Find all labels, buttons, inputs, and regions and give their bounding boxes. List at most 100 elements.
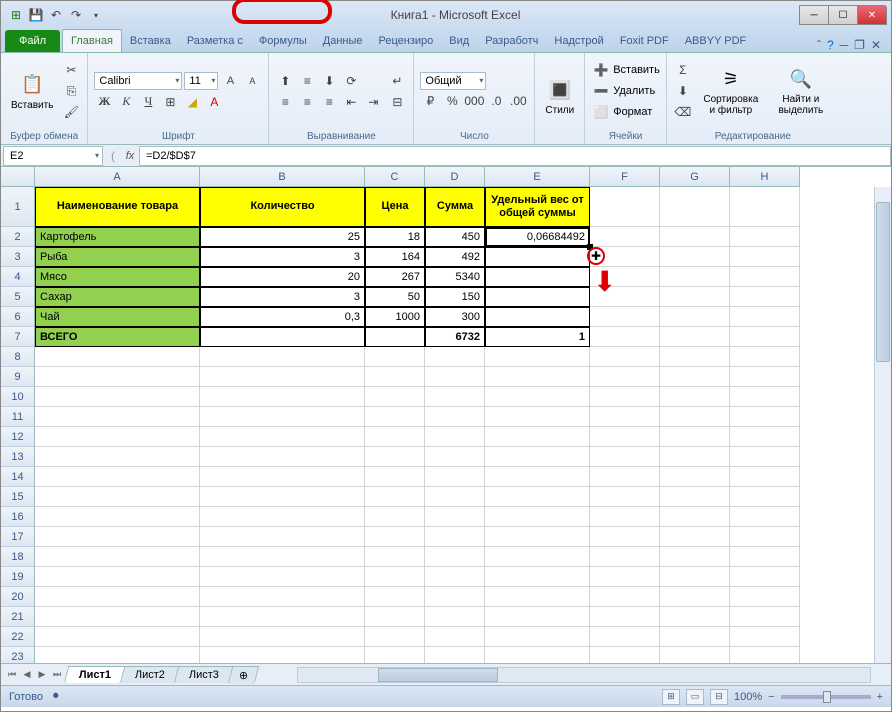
cell[interactable] [590,547,660,567]
decrease-decimal-icon[interactable]: .00 [508,91,528,111]
cell[interactable] [485,507,590,527]
cell[interactable] [590,607,660,627]
column-header-B[interactable]: B [200,167,365,187]
column-header-F[interactable]: F [590,167,660,187]
cell[interactable] [485,547,590,567]
copy-icon[interactable]: ⎘ [61,81,81,101]
font-size-combo[interactable]: 11 [184,72,218,90]
cell[interactable] [200,447,365,467]
cell[interactable] [200,367,365,387]
styles-button[interactable]: 🔳 Стили [541,75,578,118]
cell[interactable] [730,327,800,347]
hscroll-thumb[interactable] [378,668,498,682]
cell[interactable] [365,647,425,663]
cell[interactable]: Удельный вес от общей суммы [485,187,590,227]
cell[interactable]: 6732 [425,327,485,347]
cell[interactable] [485,587,590,607]
fill-handle[interactable] [587,244,593,250]
row-header-2[interactable]: 2 [1,227,35,247]
row-header-12[interactable]: 12 [1,427,35,447]
minimize-ribbon-icon[interactable]: ˆ [817,38,821,52]
macro-record-icon[interactable]: ⏺ [53,690,59,703]
cell[interactable] [200,327,365,347]
cell[interactable] [365,507,425,527]
cell[interactable]: ВСЕГО [35,327,200,347]
row-header-20[interactable]: 20 [1,587,35,607]
tab-layout[interactable]: Разметка с [179,30,251,52]
cell[interactable] [660,627,730,647]
cell[interactable] [590,487,660,507]
zoom-out-icon[interactable]: − [768,691,774,703]
name-box[interactable]: E2 [3,146,103,166]
cell[interactable]: Мясо [35,267,200,287]
cell[interactable] [730,507,800,527]
cell[interactable] [660,267,730,287]
wrap-text-icon[interactable]: ↵ [387,71,407,91]
cell[interactable] [660,587,730,607]
grow-font-icon[interactable]: A [220,71,240,91]
cell[interactable] [365,447,425,467]
cell[interactable] [485,287,590,307]
cell[interactable] [660,247,730,267]
cell[interactable]: 300 [425,307,485,327]
vertical-scrollbar[interactable] [874,187,891,663]
cell[interactable] [660,647,730,663]
cell[interactable] [730,647,800,663]
cell[interactable] [35,647,200,663]
cell[interactable] [200,507,365,527]
minimize-button[interactable]: ─ [799,5,829,25]
cell[interactable] [365,607,425,627]
align-center-icon[interactable]: ≡ [297,92,317,112]
cell[interactable] [590,447,660,467]
cell[interactable] [425,407,485,427]
cell[interactable]: 164 [365,247,425,267]
worksheet-grid[interactable]: ABCDEFGH 1234567891011121314151617181920… [1,167,891,663]
cell[interactable] [590,507,660,527]
cell[interactable] [485,647,590,663]
normal-view-icon[interactable]: ⊞ [662,689,680,705]
row-header-14[interactable]: 14 [1,467,35,487]
cell[interactable]: Цена [365,187,425,227]
cell[interactable] [35,547,200,567]
cell[interactable] [35,527,200,547]
cell[interactable] [485,607,590,627]
row-header-9[interactable]: 9 [1,367,35,387]
cell[interactable] [660,507,730,527]
column-header-A[interactable]: A [35,167,200,187]
cell[interactable] [590,247,660,267]
border-icon[interactable]: ⊞ [160,92,180,112]
fx-icon[interactable]: fx [121,150,139,162]
align-left-icon[interactable]: ≡ [275,92,295,112]
cell[interactable] [730,487,800,507]
cell[interactable] [730,587,800,607]
cell[interactable] [660,367,730,387]
cell[interactable]: Рыба [35,247,200,267]
cell[interactable]: 25 [200,227,365,247]
row-header-13[interactable]: 13 [1,447,35,467]
doc-restore-icon[interactable]: ❐ [854,38,865,52]
cell[interactable] [730,287,800,307]
first-sheet-icon[interactable]: ⏮ [5,669,19,680]
zoom-level[interactable]: 100% [734,691,762,703]
cell[interactable] [485,267,590,287]
cells-area[interactable]: Наименование товараКоличествоЦенаСуммаУд… [35,187,800,663]
next-sheet-icon[interactable]: ▶ [35,669,49,680]
cell[interactable] [730,247,800,267]
tab-data[interactable]: Данные [315,30,371,52]
merge-icon[interactable]: ⊟ [387,92,407,112]
align-bottom-icon[interactable]: ⬇ [319,71,339,91]
indent-increase-icon[interactable]: ⇥ [363,92,383,112]
cell[interactable] [35,347,200,367]
row-header-4[interactable]: 4 [1,267,35,287]
cell[interactable] [35,607,200,627]
row-header-3[interactable]: 3 [1,247,35,267]
cell[interactable] [660,387,730,407]
cell[interactable] [730,607,800,627]
cell[interactable] [590,587,660,607]
cell[interactable] [590,427,660,447]
tab-formulas[interactable]: Формулы [251,30,315,52]
cell[interactable] [200,587,365,607]
cell[interactable] [365,467,425,487]
column-header-G[interactable]: G [660,167,730,187]
cell[interactable] [200,387,365,407]
